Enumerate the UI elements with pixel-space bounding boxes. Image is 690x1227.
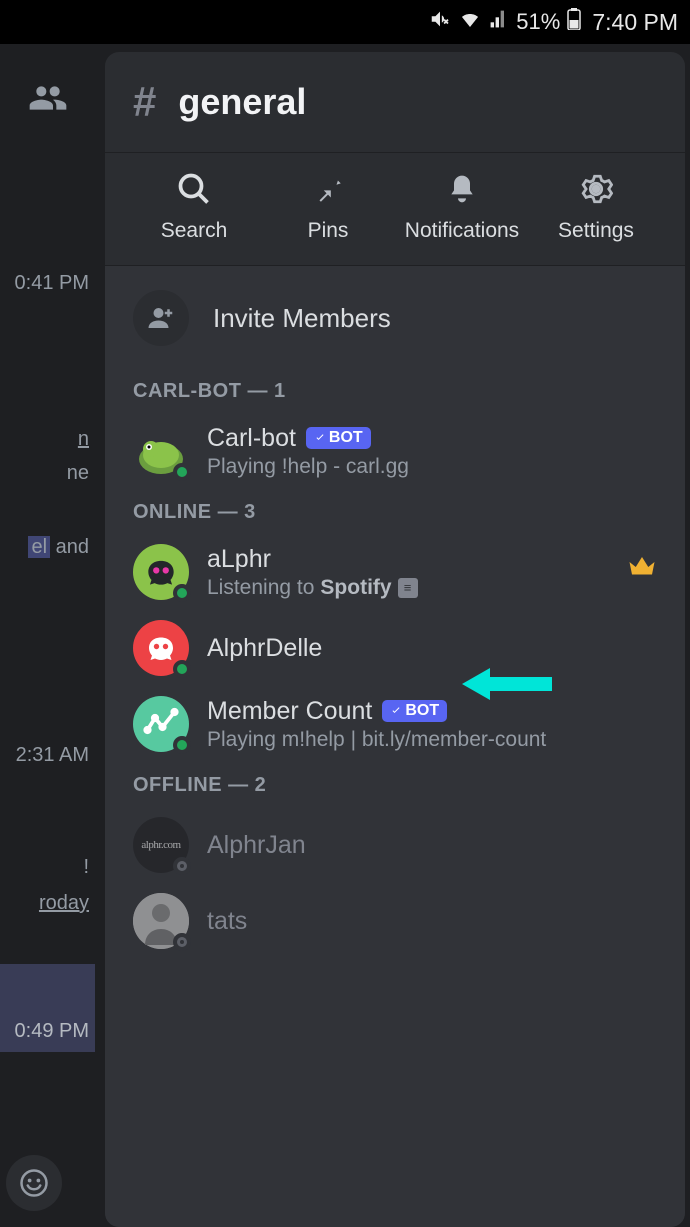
status-online-dot [173, 736, 191, 754]
pins-tab[interactable]: Pins [263, 169, 393, 243]
clock-time: 7:40 PM [592, 9, 678, 36]
channel-header: # general [105, 52, 685, 152]
settings-tab[interactable]: Settings [531, 169, 661, 243]
member-membercount[interactable]: Member Count BOT Playing m!help | bit.ly… [105, 686, 685, 762]
member-activity: Playing !help - carl.gg [207, 455, 657, 479]
status-online-dot [173, 660, 191, 678]
bot-badge: BOT [382, 700, 447, 722]
avatar [133, 696, 189, 752]
member-activity: Listening to Spotify ≡ [207, 576, 657, 600]
member-alphr[interactable]: aLphr Listening to Spotify ≡ [105, 534, 685, 610]
chat-fragment: roday [39, 892, 89, 915]
member-alphrjan[interactable]: alphr.com AlphrJan [105, 807, 685, 883]
members-icon[interactable] [28, 78, 68, 123]
section-online: ONLINE — 3 [105, 489, 685, 534]
invite-icon [133, 290, 189, 346]
member-list[interactable]: Invite Members CARL-BOT — 1 Carl-bot BOT… [105, 266, 685, 1227]
channel-side-panel: # general Search Pins Notifications [105, 52, 685, 1227]
invite-label: Invite Members [213, 303, 391, 334]
signal-icon [489, 9, 509, 35]
member-alphrdelle[interactable]: AlphrDelle [105, 610, 685, 686]
chat-fragment: ne [67, 462, 89, 485]
android-status-bar: 51% 7:40 PM [0, 0, 690, 44]
notifications-tab[interactable]: Notifications [397, 169, 527, 243]
chat-timestamp: 0:41 PM [15, 272, 89, 295]
status-offline-dot [173, 933, 191, 951]
bell-icon [442, 169, 482, 209]
mute-icon [429, 8, 451, 36]
member-tats[interactable]: tats [105, 883, 685, 959]
member-name: aLphr [207, 545, 271, 574]
battery-percent: 51% [516, 9, 560, 35]
avatar [133, 423, 189, 479]
wifi-icon [458, 7, 482, 37]
member-name: Member Count [207, 697, 372, 726]
chat-timestamp: 2:31 AM [16, 744, 89, 767]
status-online-dot [173, 584, 191, 602]
tab-label: Search [161, 219, 228, 243]
member-carlbot[interactable]: Carl-bot BOT Playing !help - carl.gg [105, 413, 685, 489]
chat-fragment: n [78, 428, 89, 451]
member-activity: Playing m!help | bit.ly/member-count [207, 728, 657, 752]
search-tab[interactable]: Search [129, 169, 259, 243]
avatar [133, 620, 189, 676]
chat-fragment: el and [28, 536, 89, 559]
avatar: alphr.com [133, 817, 189, 873]
rich-presence-icon: ≡ [398, 578, 418, 598]
crown-icon [627, 552, 657, 587]
chat-peek-column[interactable]: 0:41 PM n ne el and 2:31 AM ! roday 0:49… [0, 44, 95, 1227]
status-online-dot [173, 463, 191, 481]
chat-timestamp: 0:49 PM [15, 1020, 89, 1043]
tab-label: Pins [308, 219, 349, 243]
chat-fragment: ! [83, 856, 89, 879]
channel-tabs: Search Pins Notifications Settings [105, 153, 685, 266]
tab-label: Settings [558, 219, 634, 243]
member-name: tats [207, 907, 247, 936]
invite-members-row[interactable]: Invite Members [105, 266, 685, 368]
section-carlbot: CARL-BOT — 1 [105, 368, 685, 413]
avatar [133, 893, 189, 949]
emoji-button[interactable] [6, 1155, 62, 1211]
bot-badge: BOT [306, 427, 371, 449]
gear-icon [576, 169, 616, 209]
member-name: Carl-bot [207, 424, 296, 453]
channel-name: general [178, 81, 306, 123]
battery-icon [567, 8, 581, 36]
avatar [133, 544, 189, 600]
member-name: AlphrDelle [207, 634, 322, 663]
pin-icon [308, 169, 348, 209]
search-icon [174, 169, 214, 209]
annotation-arrow [462, 664, 552, 709]
member-name: AlphrJan [207, 831, 306, 860]
tab-label: Notifications [405, 219, 519, 243]
status-offline-dot [173, 857, 191, 875]
section-offline: OFFLINE — 2 [105, 762, 685, 807]
hash-icon: # [133, 78, 156, 126]
